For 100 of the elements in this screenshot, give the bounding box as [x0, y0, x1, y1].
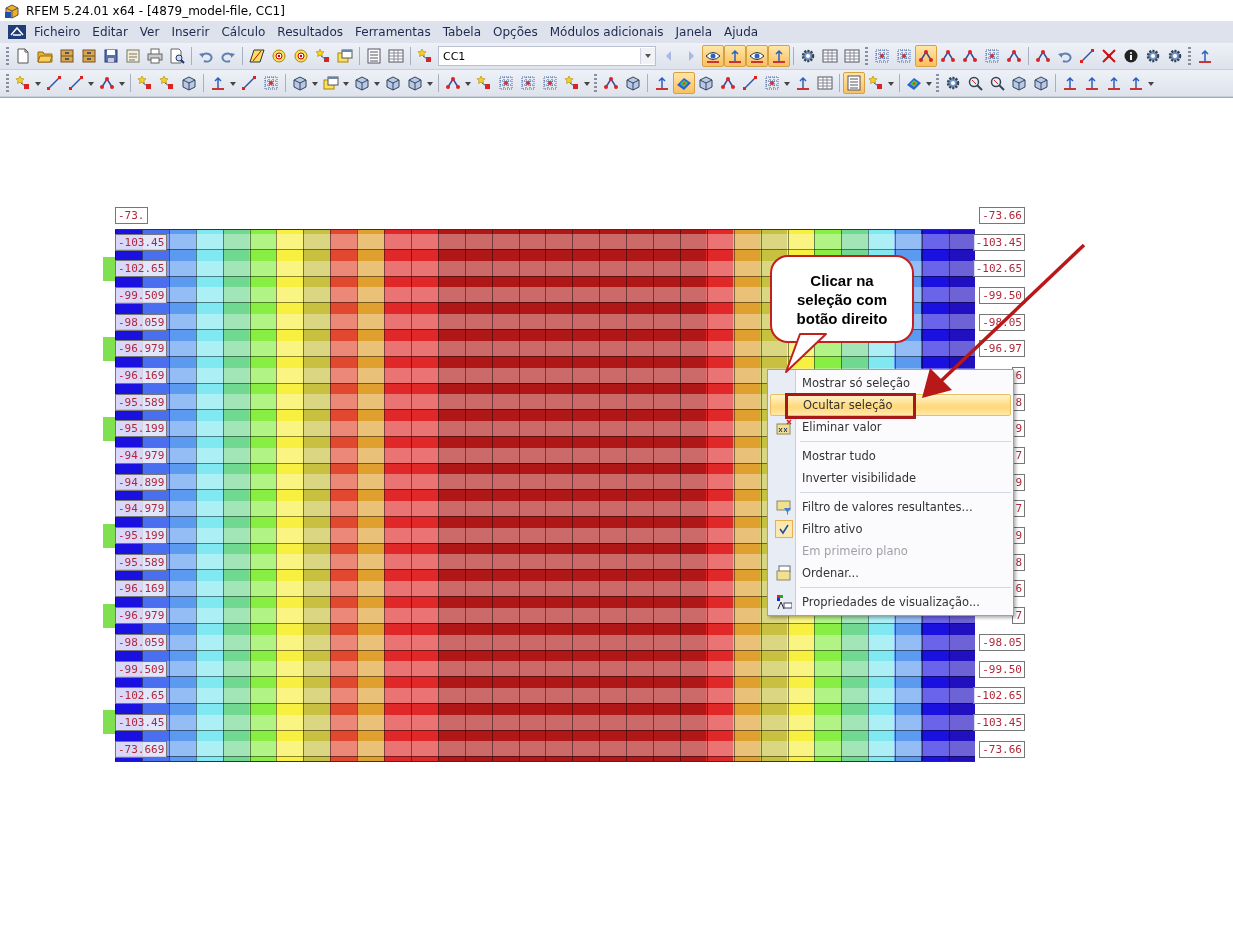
value-label: -102.65	[972, 260, 1025, 278]
gear-icon	[1167, 48, 1183, 64]
node-icon	[720, 75, 736, 91]
axis-icon	[210, 75, 226, 91]
menu-item[interactable]: Ajuda	[724, 25, 767, 39]
app-logo-icon	[4, 2, 20, 19]
menu-item[interactable]: Inserir	[171, 25, 218, 39]
value-label: -99.50	[979, 286, 1025, 304]
menu-item[interactable]: Resultados	[277, 25, 351, 39]
toolbar-grip[interactable]	[6, 47, 9, 65]
grid-icon	[542, 75, 558, 91]
cube-icon	[1033, 75, 1049, 91]
cube-icon	[181, 75, 197, 91]
menu-item[interactable]: Filtro de valores resultantes...	[770, 496, 1011, 518]
line-icon	[68, 75, 84, 91]
toolbar-grip[interactable]	[1188, 47, 1191, 65]
node-icon	[962, 48, 978, 64]
gear-icon	[800, 48, 816, 64]
info-icon	[1123, 48, 1139, 64]
table-icon	[822, 48, 838, 64]
menu-item[interactable]: Filtro ativo	[770, 518, 1011, 540]
toolbar-grip[interactable]	[6, 74, 9, 92]
menu-item[interactable]: Ocultar seleção	[770, 394, 1011, 416]
value-label: -95.199	[115, 420, 168, 438]
magnifier-icon	[989, 75, 1005, 91]
menu-item[interactable]: Ver	[139, 25, 168, 39]
star-icon	[159, 75, 175, 91]
star-icon	[868, 75, 884, 91]
menu-item[interactable]: Ferramentas	[355, 25, 439, 39]
cube-icon	[292, 75, 308, 91]
star-icon	[476, 75, 492, 91]
star-icon	[15, 75, 31, 91]
cube-icon	[407, 75, 423, 91]
menu-item[interactable]: Editar	[92, 25, 136, 39]
value-label: -94.979	[115, 447, 168, 465]
menu-item[interactable]: Opções	[493, 25, 546, 39]
document-window-icon[interactable]	[8, 25, 26, 39]
toolbar-grip[interactable]	[865, 47, 868, 65]
menu-item[interactable]: Janela	[675, 25, 721, 39]
value-label: -103.45	[972, 233, 1025, 251]
gear-icon	[1145, 48, 1161, 64]
menu-item[interactable]: Propriedades de visualização...	[770, 591, 1011, 613]
value-label: -96.169	[115, 580, 168, 598]
menu-item[interactable]: Ficheiro	[34, 25, 89, 39]
value-label: -96.97	[979, 340, 1025, 358]
value-label: -96.979	[115, 607, 168, 625]
table-icon	[388, 48, 404, 64]
list-icon	[846, 75, 862, 91]
delete-value-icon	[776, 419, 792, 435]
star-icon	[137, 75, 153, 91]
node-icon	[445, 75, 461, 91]
window-icon	[323, 75, 339, 91]
value-label: 7	[1012, 607, 1025, 625]
value-label: -73.66	[979, 740, 1025, 758]
grid-icon	[874, 48, 890, 64]
axis-icon	[1062, 75, 1078, 91]
value-label: -95.199	[115, 527, 168, 545]
display-properties-icon	[776, 594, 792, 610]
menu-item[interactable]: Ordenar...	[770, 562, 1011, 584]
grid-icon	[263, 75, 279, 91]
menu-item[interactable]: Módulos adicionais	[549, 25, 672, 39]
toolbar-grip[interactable]	[594, 74, 597, 92]
value-label: -102.65	[115, 687, 168, 705]
menu-item[interactable]: Tabela	[442, 25, 490, 39]
grid-icon	[764, 75, 780, 91]
value-label: -102.65	[972, 687, 1025, 705]
value-label: -73.66	[979, 206, 1025, 224]
grid-icon	[498, 75, 514, 91]
menu-item[interactable]: Cálculo	[221, 25, 274, 39]
sort-icon	[776, 565, 792, 581]
menu-item[interactable]: Mostrar tudo	[770, 445, 1011, 467]
menu-item[interactable]: Eliminar valor	[770, 416, 1011, 438]
cross-icon	[1101, 48, 1117, 64]
window-title: RFEM 5.24.01 x64 - [4879_model-file, CC1]	[26, 3, 285, 18]
node-icon	[940, 48, 956, 64]
menu-item[interactable]: Inverter visibilidade	[770, 467, 1011, 489]
line-icon	[46, 75, 62, 91]
node-icon	[99, 75, 115, 91]
cube-icon	[385, 75, 401, 91]
node-icon	[603, 75, 619, 91]
value-label: -99.50	[979, 660, 1025, 678]
magnifier-icon	[967, 75, 983, 91]
cube-icon	[698, 75, 714, 91]
line-icon	[1079, 48, 1095, 64]
load-case-dropdown[interactable]: CC1	[438, 46, 656, 66]
axis-icon	[771, 48, 787, 64]
callout-bubble: Clicar na seleção com botão direito	[770, 255, 914, 343]
menu-item[interactable]: Mostrar só seleção	[770, 372, 1011, 394]
axis-icon	[1128, 75, 1144, 91]
toolbar-grip[interactable]	[936, 74, 939, 92]
line-icon	[742, 75, 758, 91]
value-label: -102.65	[115, 260, 168, 278]
cube-icon	[354, 75, 370, 91]
grid-icon	[520, 75, 536, 91]
star-icon	[564, 75, 580, 91]
value-label: -94.979	[115, 500, 168, 518]
parallelogram-icon	[249, 48, 265, 64]
node-icon	[1035, 48, 1051, 64]
grid-icon	[896, 48, 912, 64]
axis-icon	[654, 75, 670, 91]
